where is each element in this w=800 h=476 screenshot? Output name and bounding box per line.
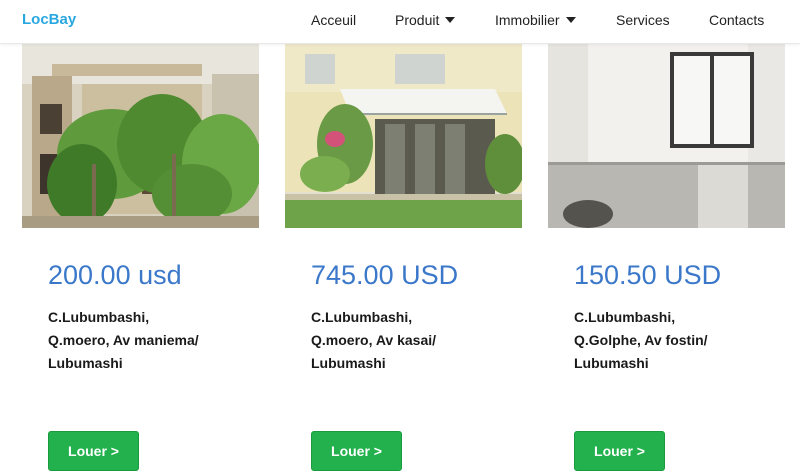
listing-price: 200.00 usd [48, 260, 182, 290]
address-line: C.Lubumbashi, [48, 309, 150, 325]
brand-logo[interactable]: LocBay [22, 11, 76, 28]
louer-button[interactable]: Louer > [574, 431, 665, 471]
address-line: Q.moero, Av kasai/ [311, 332, 437, 348]
listing-price: 745.00 USD [311, 260, 459, 290]
address-line: C.Lubumbashi, [574, 309, 676, 325]
address-line: C.Lubumbashi, [311, 309, 413, 325]
listing-address: C.Lubumbashi, Q.moero, Av maniema/ Lubum… [48, 306, 258, 375]
nav-item-produit[interactable]: Produit [395, 12, 456, 28]
property-photo[interactable] [285, 44, 522, 228]
caret-down-icon [565, 17, 576, 24]
address-line: Q.moero, Av maniema/ [48, 332, 199, 348]
listing-address: C.Lubumbashi, Q.Golphe, Av fostin/ Lubum… [574, 306, 784, 375]
nav-item-label: Immobilier [495, 12, 560, 28]
nav-item-label: Produit [395, 12, 440, 28]
listing-address: C.Lubumbashi, Q.moero, Av kasai/ Lubumas… [311, 306, 521, 375]
louer-button[interactable]: Louer > [48, 431, 139, 471]
louer-button[interactable]: Louer > [311, 431, 402, 471]
nav-item-label: Acceuil [311, 12, 357, 28]
address-line: Lubumashi [574, 355, 649, 371]
address-line: Lubumashi [311, 355, 386, 371]
nav-item-services[interactable]: Services [616, 12, 670, 28]
nav-item-immobilier[interactable]: Immobilier [495, 12, 576, 28]
nav-item-contacts[interactable]: Contacts [709, 12, 764, 28]
address-line: Lubumashi [48, 355, 123, 371]
top-navbar: LocBay Acceuil Produit Immobilier Servic… [0, 0, 800, 44]
nav-item-label: Contacts [709, 12, 765, 28]
caret-down-icon [445, 17, 456, 24]
listing-price: 150.50 USD [574, 260, 722, 290]
nav-item-label: Services [616, 12, 670, 28]
nav-item-acceuil[interactable]: Acceuil [311, 12, 356, 28]
address-line: Q.Golphe, Av fostin/ [574, 332, 708, 348]
property-photo[interactable] [548, 44, 785, 228]
property-photo[interactable] [22, 44, 259, 228]
